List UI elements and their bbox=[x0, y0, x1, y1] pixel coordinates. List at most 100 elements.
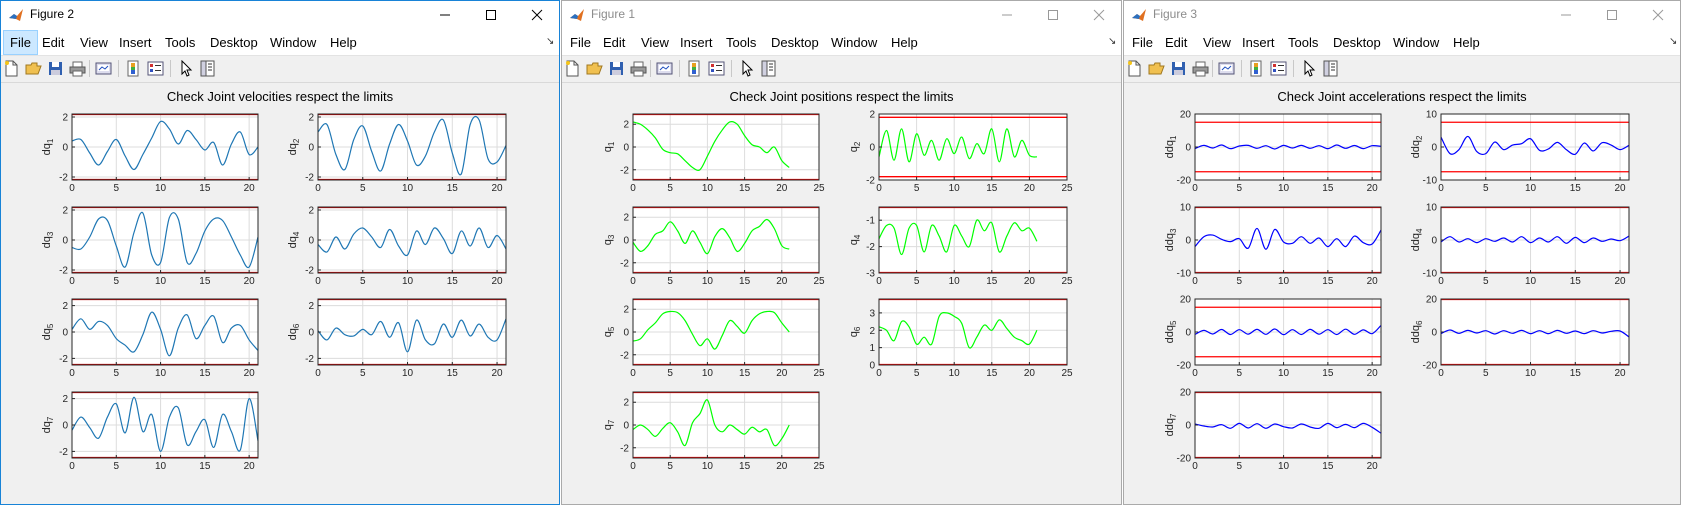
x-tick-label: 20 bbox=[1614, 368, 1626, 379]
subplot-q2[interactable]: 0 5 10 15 20 25-202q2 bbox=[848, 110, 1073, 195]
insert-legend-icon[interactable] bbox=[707, 59, 725, 77]
menu-insert[interactable]: Insert bbox=[1236, 30, 1281, 55]
subplot-q4[interactable]: 0 5 10 15 20 25 -3 -2 -1 q4 bbox=[848, 206, 1073, 287]
subplot-ddq1[interactable]: 0 5 10 15 20-20020ddq1 bbox=[1164, 110, 1382, 194]
subplot-ddq7[interactable]: 0 5 10 15 20-20020ddq7 bbox=[1164, 388, 1382, 472]
window-title: Figure 2 bbox=[30, 7, 75, 21]
property-inspector-icon[interactable] bbox=[198, 59, 216, 77]
menu-desktop[interactable]: Desktop bbox=[1327, 30, 1387, 55]
menu-desktop[interactable]: Desktop bbox=[765, 30, 825, 55]
minimize-button[interactable] bbox=[1543, 0, 1589, 30]
x-tick-label: 25 bbox=[813, 461, 825, 472]
minimize-button[interactable] bbox=[984, 0, 1030, 30]
close-button[interactable] bbox=[1635, 0, 1681, 30]
subplot-q1[interactable]: 0 5 10 15 20 25-202q1 bbox=[602, 113, 825, 194]
pointer-icon[interactable] bbox=[176, 59, 194, 77]
menu-insert[interactable]: Insert bbox=[674, 30, 719, 55]
maximize-button[interactable] bbox=[1030, 0, 1076, 30]
title-bar[interactable]: Figure 3 bbox=[1123, 0, 1681, 30]
insert-legend-icon[interactable] bbox=[146, 59, 164, 77]
menu-view[interactable]: View bbox=[1197, 30, 1237, 55]
menu-view[interactable]: View bbox=[74, 30, 114, 55]
menubar-undock-icon[interactable]: ↘ bbox=[546, 36, 554, 47]
insert-legend-icon[interactable] bbox=[1269, 59, 1287, 77]
toolbar-separator bbox=[170, 60, 171, 77]
menu-tools[interactable]: Tools bbox=[159, 30, 201, 55]
menu-window[interactable]: Window bbox=[825, 30, 883, 55]
subplot-q5[interactable]: 0 5 10 15 20 25-202q5 bbox=[602, 298, 825, 379]
insert-colorbar-icon[interactable] bbox=[1247, 59, 1265, 77]
subplot-dq7[interactable]: 0 5 10 15 20-202dq7 bbox=[41, 391, 259, 472]
link-plot-icon[interactable] bbox=[94, 59, 112, 77]
open-folder-icon[interactable] bbox=[585, 59, 603, 77]
open-folder-icon[interactable] bbox=[1147, 59, 1165, 77]
maximize-button[interactable] bbox=[1589, 0, 1635, 30]
menu-edit[interactable]: Edit bbox=[1159, 30, 1193, 55]
menubar-undock-icon[interactable]: ↘ bbox=[1669, 36, 1677, 47]
x-tick-label: 15 bbox=[1322, 276, 1334, 287]
pointer-icon[interactable] bbox=[1299, 59, 1317, 77]
menu-help[interactable]: Help bbox=[885, 30, 924, 55]
menu-insert[interactable]: Insert bbox=[113, 30, 158, 55]
menu-file[interactable]: File bbox=[1126, 30, 1159, 55]
new-file-icon[interactable] bbox=[563, 59, 581, 77]
menu-file[interactable]: File bbox=[3, 30, 38, 55]
subplot-dq4[interactable]: 0 5 10 15 20-202dq4 bbox=[287, 206, 507, 287]
maximize-button[interactable] bbox=[468, 0, 514, 30]
new-file-icon[interactable] bbox=[2, 59, 20, 77]
menu-file[interactable]: File bbox=[564, 30, 597, 55]
subplot-q7[interactable]: 0 5 10 15 20 25-202q7 bbox=[602, 391, 825, 472]
subplot-q3[interactable]: 0 5 10 15 20 25-202q3 bbox=[602, 206, 825, 287]
y-tick-label: 0 bbox=[62, 421, 68, 432]
menu-desktop[interactable]: Desktop bbox=[204, 30, 264, 55]
minimize-button[interactable] bbox=[422, 0, 468, 30]
menu-help[interactable]: Help bbox=[1447, 30, 1486, 55]
subplot-dq3[interactable]: 0 5 10 15 20-202dq3 bbox=[41, 206, 259, 287]
close-button[interactable] bbox=[514, 0, 560, 30]
insert-colorbar-icon[interactable] bbox=[124, 59, 142, 77]
print-icon[interactable] bbox=[68, 59, 86, 77]
menu-window[interactable]: Window bbox=[264, 30, 322, 55]
x-tick-label: 0 bbox=[876, 183, 882, 194]
link-plot-icon[interactable] bbox=[1217, 59, 1235, 77]
menu-view[interactable]: View bbox=[635, 30, 675, 55]
new-file-icon[interactable] bbox=[1125, 59, 1143, 77]
subplot-ddq6[interactable]: 0 5 10 15 20-20020ddq6 bbox=[1410, 295, 1630, 379]
property-inspector-icon[interactable] bbox=[1321, 59, 1339, 77]
y-tick-label: -1 bbox=[866, 216, 875, 227]
title-bar[interactable]: Figure 2 bbox=[0, 0, 560, 30]
save-icon[interactable] bbox=[607, 59, 625, 77]
link-plot-icon[interactable] bbox=[655, 59, 673, 77]
open-folder-icon[interactable] bbox=[24, 59, 42, 77]
y-tick-label: 20 bbox=[1180, 388, 1192, 399]
subplot-dq6[interactable]: 0 5 10 15 20-202dq6 bbox=[287, 298, 507, 379]
y-tick-label: 0 bbox=[623, 143, 629, 154]
y-axis-label: q5 bbox=[602, 326, 616, 337]
menu-edit[interactable]: Edit bbox=[597, 30, 631, 55]
subplot-ddq3[interactable]: 0 5 10 15 20-10010ddq3 bbox=[1164, 203, 1382, 287]
insert-colorbar-icon[interactable] bbox=[685, 59, 703, 77]
menu-help[interactable]: Help bbox=[324, 30, 363, 55]
print-icon[interactable] bbox=[1191, 59, 1209, 77]
subplot-ddq4[interactable]: 0 5 10 15 20-10010ddq4 bbox=[1410, 203, 1630, 287]
pointer-icon[interactable] bbox=[737, 59, 755, 77]
print-icon[interactable] bbox=[629, 59, 647, 77]
close-button[interactable] bbox=[1076, 0, 1122, 30]
title-bar[interactable]: Figure 1 bbox=[561, 0, 1122, 30]
menu-tools[interactable]: Tools bbox=[1282, 30, 1324, 55]
subplot-ddq5[interactable]: 0 5 10 15 20-20020ddq5 bbox=[1164, 295, 1382, 379]
subplot-ddq2[interactable]: 0 5 10 15 20-10010ddq2 bbox=[1410, 110, 1630, 194]
save-icon[interactable] bbox=[46, 59, 64, 77]
menu-window[interactable]: Window bbox=[1387, 30, 1445, 55]
menubar-undock-icon[interactable]: ↘ bbox=[1108, 36, 1116, 47]
x-tick-label: 20 bbox=[1614, 276, 1626, 287]
x-tick-label: 0 bbox=[1192, 276, 1198, 287]
save-icon[interactable] bbox=[1169, 59, 1187, 77]
menu-tools[interactable]: Tools bbox=[720, 30, 762, 55]
subplot-dq1[interactable]: 0 5 10 15 20-202dq1 bbox=[41, 113, 259, 194]
property-inspector-icon[interactable] bbox=[759, 59, 777, 77]
subplot-q6[interactable]: 0 5 10 15 20 25 0 1 2 3 q6 bbox=[848, 298, 1073, 379]
subplot-dq5[interactable]: 0 5 10 15 20-202dq5 bbox=[41, 298, 259, 379]
subplot-dq2[interactable]: 0 5 10 15 20-202dq2 bbox=[287, 113, 507, 194]
menu-edit[interactable]: Edit bbox=[36, 30, 70, 55]
